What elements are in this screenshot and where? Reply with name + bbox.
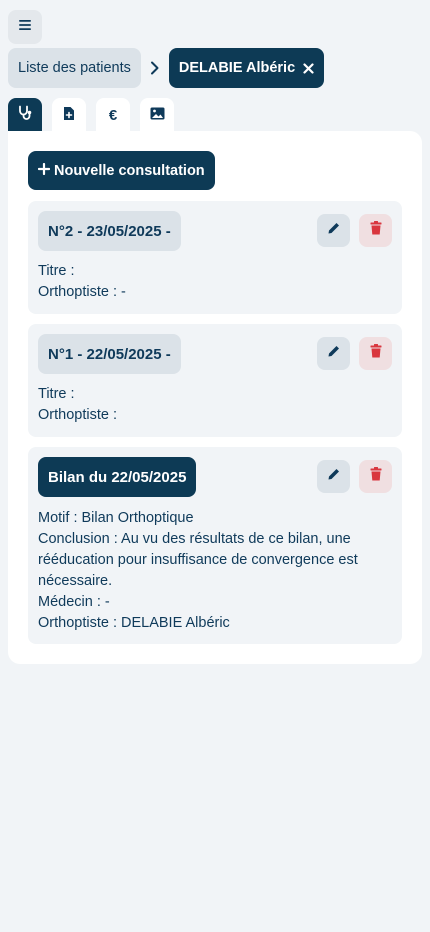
plus-icon bbox=[37, 162, 51, 179]
stethoscope-icon bbox=[17, 105, 33, 125]
record-tabs: € bbox=[8, 98, 174, 132]
consultation-title[interactable]: N°2 - 23/05/2025 - bbox=[38, 211, 181, 251]
consultation-detail-line: Titre : bbox=[38, 263, 75, 279]
breadcrumb-patients-list[interactable]: Liste des patients bbox=[8, 48, 141, 88]
consultation-title[interactable]: N°1 - 22/05/2025 - bbox=[38, 334, 181, 374]
menu-button[interactable] bbox=[8, 10, 42, 44]
pencil-icon bbox=[327, 344, 341, 363]
chevron-right-icon bbox=[141, 48, 169, 88]
assessment-orthoptist: Orthoptiste : DELABIE Albéric bbox=[38, 615, 230, 631]
delete-button[interactable] bbox=[359, 214, 392, 247]
file-plus-icon bbox=[63, 106, 75, 125]
assessment-doctor: Médecin : - bbox=[38, 594, 110, 610]
edit-button[interactable] bbox=[317, 337, 350, 370]
trash-icon bbox=[370, 467, 382, 486]
trash-icon bbox=[370, 344, 382, 363]
consultation-detail-line: Orthoptiste : bbox=[38, 407, 117, 423]
current-patient-name: DELABIE Albéric bbox=[178, 60, 296, 76]
new-consultation-label: Nouvelle consultation bbox=[54, 162, 205, 179]
assessment-card: Bilan du 22/05/2025 Motif : Bilan Orthop… bbox=[28, 447, 402, 644]
tab-billing[interactable]: € bbox=[96, 98, 130, 132]
new-consultation-button[interactable]: Nouvelle consultation bbox=[28, 151, 215, 190]
edit-button[interactable] bbox=[317, 460, 350, 493]
tab-consultations[interactable] bbox=[8, 98, 42, 132]
breadcrumb: Liste des patients DELABIE Albéric bbox=[8, 48, 325, 88]
breadcrumb-current-patient: DELABIE Albéric bbox=[168, 48, 325, 88]
assessment-title[interactable]: Bilan du 22/05/2025 bbox=[38, 457, 197, 497]
edit-button[interactable] bbox=[317, 214, 350, 247]
assessment-reason: Motif : Bilan Orthoptique bbox=[38, 510, 194, 526]
consultation-detail-line: Orthoptiste : - bbox=[38, 284, 126, 300]
consultation-card: N°2 - 23/05/2025 - Titre : Orthoptiste :… bbox=[28, 201, 402, 314]
tab-images[interactable] bbox=[140, 98, 174, 132]
consultation-details: Titre : Orthoptiste : - bbox=[38, 261, 383, 303]
consultation-detail-line: Titre : bbox=[38, 386, 75, 402]
consultations-panel: Nouvelle consultation N°2 - 23/05/2025 -… bbox=[8, 131, 422, 664]
close-icon[interactable] bbox=[303, 62, 314, 74]
consultation-details: Titre : Orthoptiste : bbox=[38, 384, 383, 426]
trash-icon bbox=[370, 221, 382, 240]
delete-button[interactable] bbox=[359, 460, 392, 493]
assessment-details: Motif : Bilan Orthoptique Conclusion : A… bbox=[38, 508, 383, 634]
consultation-card: N°1 - 22/05/2025 - Titre : Orthoptiste : bbox=[28, 324, 402, 437]
euro-icon: € bbox=[108, 106, 118, 124]
delete-button[interactable] bbox=[359, 337, 392, 370]
hamburger-icon bbox=[18, 18, 32, 36]
breadcrumb-patients-label: Liste des patients bbox=[18, 60, 131, 76]
pencil-icon bbox=[327, 221, 341, 240]
image-icon bbox=[150, 107, 165, 124]
tab-documents[interactable] bbox=[52, 98, 86, 132]
assessment-conclusion: Conclusion : Au vu des résultats de ce b… bbox=[38, 531, 358, 589]
pencil-icon bbox=[327, 467, 341, 486]
